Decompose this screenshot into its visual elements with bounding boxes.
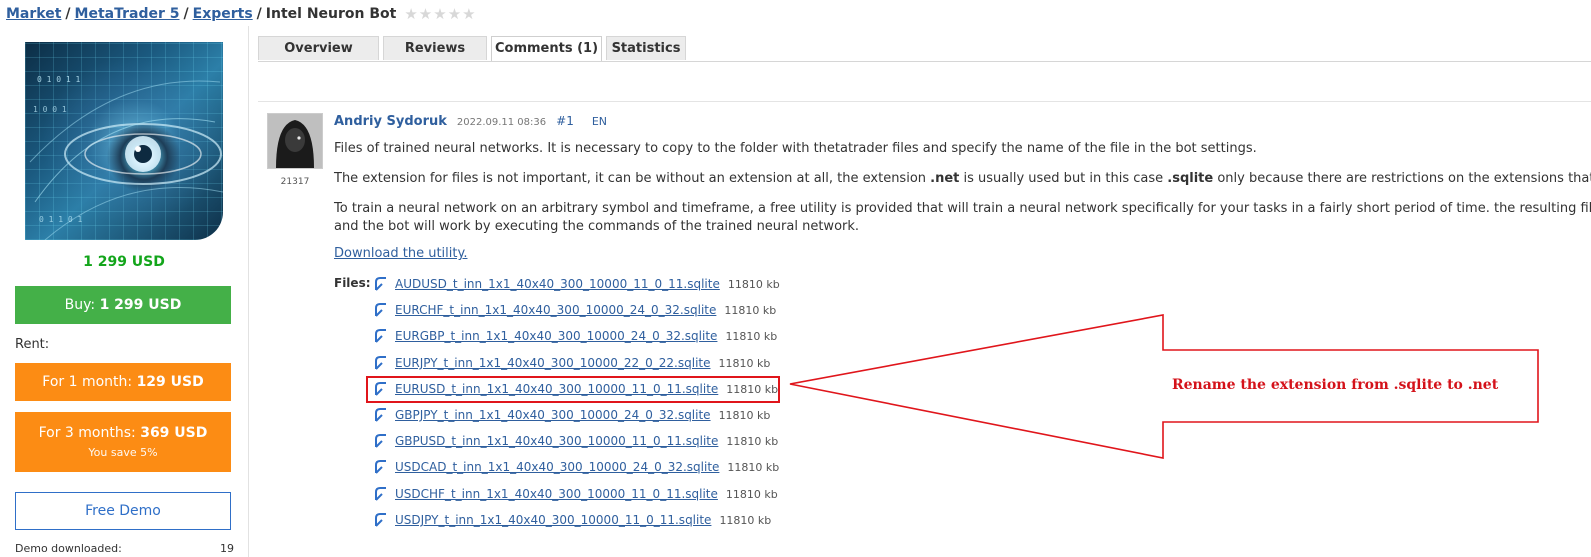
file-size: 11810 kb (727, 277, 780, 291)
demo-downloaded-count: 19 (220, 542, 234, 555)
rent-1-price: 129 USD (136, 374, 204, 390)
breadcrumb-metatrader5[interactable]: MetaTrader 5 (75, 6, 180, 22)
file-size: 11810 kb (718, 356, 771, 370)
download-utility-link[interactable]: Download the utility. (334, 246, 467, 261)
product-tabs: Overview Reviews Comments (1) Statistics (258, 36, 690, 62)
files-label: Files: (334, 276, 371, 290)
attachment-icon (375, 356, 386, 370)
rent-3-label: For 3 months: (38, 425, 141, 441)
breadcrumb-experts[interactable]: Experts (193, 6, 253, 22)
comments-divider (258, 101, 1591, 102)
buy-button[interactable]: Buy: 1 299 USD (15, 286, 231, 324)
file-link[interactable]: EURJPY_t_inn_1x1_40x40_300_10000_22_0_22… (395, 356, 711, 370)
rent-1-label: For 1 month: (42, 374, 137, 390)
tab-reviews[interactable]: Reviews (383, 36, 487, 60)
text-bold-sqlite: .sqlite (1167, 171, 1214, 186)
hooded-figure-icon (268, 114, 322, 168)
breadcrumb-market[interactable]: Market (6, 6, 61, 22)
buy-label: Buy: (64, 297, 100, 313)
attachment-icon (375, 329, 386, 343)
file-row: USDCAD_t_inn_1x1_40x40_300_10000_24_0_32… (373, 458, 779, 476)
tab-statistics[interactable]: Statistics (606, 36, 686, 60)
comment-paragraph-3-line-2: and the bot will work by executing the c… (334, 219, 860, 234)
avatar[interactable] (267, 113, 323, 169)
breadcrumb-separator: / (183, 6, 189, 22)
file-size: 11810 kb (725, 487, 778, 501)
file-row: EURJPY_t_inn_1x1_40x40_300_10000_22_0_22… (373, 354, 770, 372)
svg-text:0 1 1 0 1: 0 1 1 0 1 (39, 215, 83, 224)
file-size: 11810 kb (725, 329, 778, 343)
comment-number[interactable]: #1 (556, 114, 574, 128)
file-row: USDJPY_t_inn_1x1_40x40_300_10000_11_0_11… (373, 511, 771, 529)
comment-paragraph-1: Files of trained neural networks. It is … (334, 141, 1257, 156)
file-link[interactable]: EURGBP_t_inn_1x1_40x40_300_10000_24_0_32… (395, 329, 717, 343)
file-link[interactable]: USDCHF_t_inn_1x1_40x40_300_10000_11_0_11… (395, 487, 718, 501)
comment-date: 2022.09.11 08:36 (456, 117, 547, 128)
file-row: AUDUSD_t_inn_1x1_40x40_300_10000_11_0_11… (373, 275, 780, 293)
file-row: EURCHF_t_inn_1x1_40x40_300_10000_24_0_32… (373, 301, 776, 319)
file-size: 11810 kb (727, 460, 780, 474)
page-title: Intel Neuron Bot (265, 6, 397, 22)
attachment-icon (375, 460, 386, 474)
file-link[interactable]: EURCHF_t_inn_1x1_40x40_300_10000_24_0_32… (395, 303, 716, 317)
free-demo-button[interactable]: Free Demo (15, 492, 231, 530)
file-link[interactable]: GBPUSD_t_inn_1x1_40x40_300_10000_11_0_11… (395, 434, 718, 448)
eye-graphic-icon: 0 1 0 1 1 1 0 0 1 0 1 1 0 1 (29, 75, 223, 240)
file-link[interactable]: AUDUSD_t_inn_1x1_40x40_300_10000_11_0_11… (395, 277, 720, 291)
rent-3-savings: You save 5% (88, 446, 158, 459)
comment-header: Andriy Sydoruk 2022.09.11 08:36 #1 EN (334, 114, 607, 129)
comment-language[interactable]: EN (592, 115, 607, 128)
comment-paragraph-3-line-1: To train a neural network on an arbitrar… (334, 201, 1591, 216)
annotation-text: Rename the extension from .sqlite to .ne… (1172, 377, 1499, 393)
attachment-icon (375, 408, 386, 422)
text-segment: is usually used but in this case (959, 171, 1168, 186)
rent-1-month-button[interactable]: For 1 month: 129 USD (15, 363, 231, 401)
product-price: 1 299 USD (83, 254, 165, 270)
file-size: 11810 kb (724, 303, 777, 317)
file-row: GBPUSD_t_inn_1x1_40x40_300_10000_11_0_11… (373, 432, 778, 450)
rent-3-months-button[interactable]: For 3 months: 369 USD You save 5% (15, 412, 231, 472)
comment-paragraph-2: The extension for files is not important… (334, 170, 1591, 188)
tab-comments[interactable]: Comments (1) (491, 36, 602, 62)
rating-stars[interactable]: ★★★★★ (404, 5, 476, 23)
file-size: 11810 kb (718, 408, 771, 422)
demo-downloaded-label: Demo downloaded: (15, 542, 122, 555)
file-size: 11810 kb (719, 513, 772, 527)
highlight-box (366, 376, 780, 403)
file-link[interactable]: USDJPY_t_inn_1x1_40x40_300_10000_11_0_11… (395, 513, 711, 527)
svg-text:0 1 0 1 1: 0 1 0 1 1 (37, 75, 81, 84)
breadcrumb-separator: / (65, 6, 71, 22)
file-row: EURGBP_t_inn_1x1_40x40_300_10000_24_0_32… (373, 327, 777, 345)
file-size: 11810 kb (726, 434, 779, 448)
text-segment: The extension for files is not important… (334, 171, 931, 186)
product-sidebar: 0 1 0 1 1 1 0 0 1 0 1 1 0 1 1 299 USD Bu… (0, 26, 249, 557)
buy-price: 1 299 USD (99, 297, 182, 313)
breadcrumb: Market / MetaTrader 5 / Experts / Intel … (6, 4, 477, 24)
file-row: GBPJPY_t_inn_1x1_40x40_300_10000_24_0_32… (373, 406, 770, 424)
svg-text:1 0 0 1: 1 0 0 1 (33, 105, 67, 114)
rent-3-price: 369 USD (140, 425, 208, 441)
attachment-icon (375, 303, 386, 317)
attachment-icon (375, 513, 386, 527)
attachment-icon (375, 434, 386, 448)
product-image: 0 1 0 1 1 1 0 0 1 0 1 1 0 1 (25, 42, 223, 240)
breadcrumb-separator: / (256, 6, 262, 22)
author-rating: 21317 (280, 177, 310, 187)
file-row: USDCHF_t_inn_1x1_40x40_300_10000_11_0_11… (373, 485, 778, 503)
rent-label: Rent: (15, 337, 50, 352)
text-segment: only because there are restrictions on t… (1213, 171, 1591, 186)
attachment-icon (375, 277, 386, 291)
file-link[interactable]: GBPJPY_t_inn_1x1_40x40_300_10000_24_0_32… (395, 408, 711, 422)
file-link[interactable]: USDCAD_t_inn_1x1_40x40_300_10000_24_0_32… (395, 460, 719, 474)
tab-overview[interactable]: Overview (258, 36, 379, 60)
text-bold-net: .net (930, 171, 960, 186)
comment-author[interactable]: Andriy Sydoruk (334, 114, 447, 129)
tab-divider (258, 61, 1591, 62)
attachment-icon (375, 487, 386, 501)
